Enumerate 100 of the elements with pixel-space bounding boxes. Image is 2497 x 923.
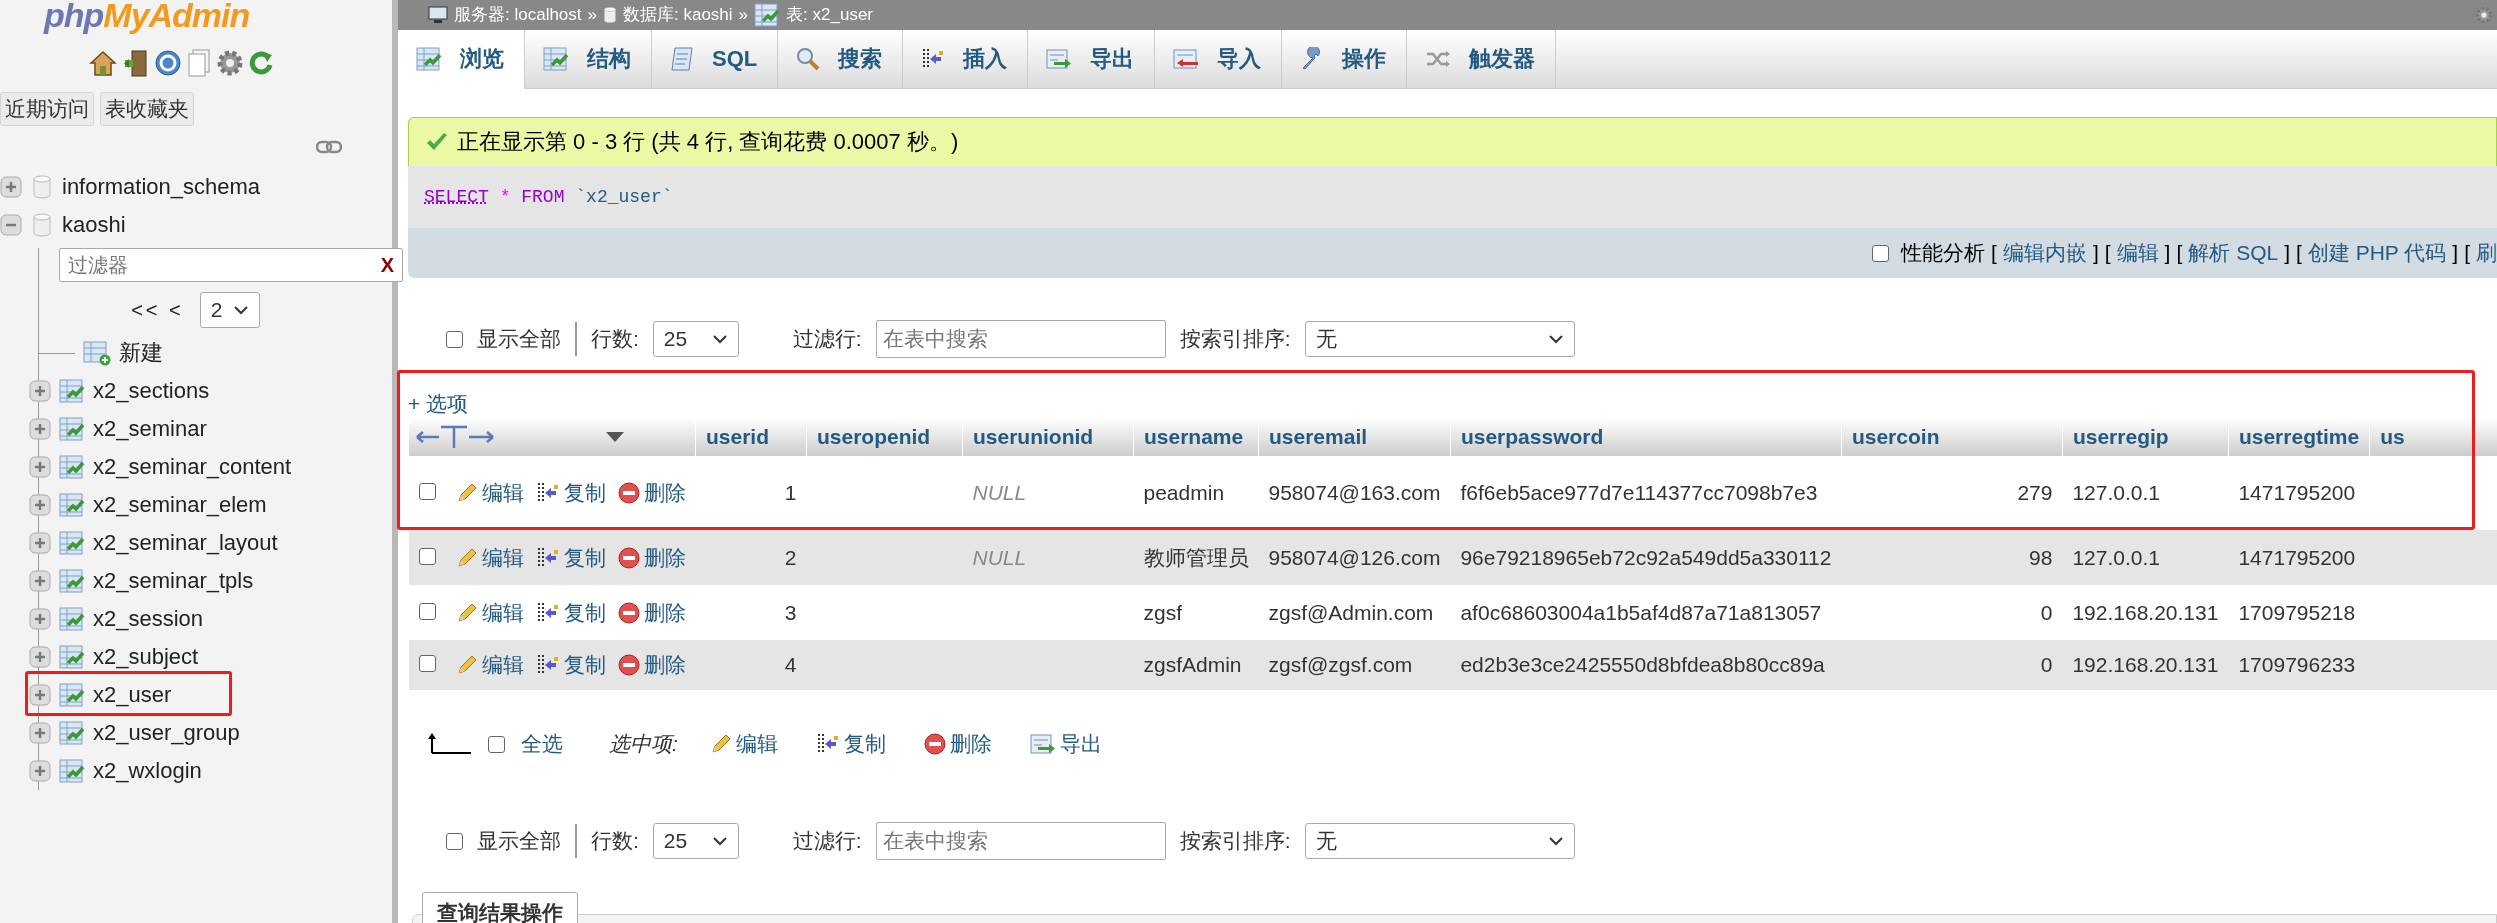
sidebar-tab[interactable]: 近期访问 <box>0 92 94 126</box>
sort-triangle-icon[interactable] <box>605 431 625 443</box>
row-action-link[interactable]: 复制 <box>535 543 606 572</box>
checkbox[interactable] <box>488 735 505 753</box>
column-header[interactable]: useropenid <box>806 418 963 456</box>
bulk-action-link[interactable]: 导出 <box>1029 730 1102 758</box>
sort-select[interactable]: 无 <box>1304 823 1575 859</box>
query-link[interactable]: 刷 <box>2476 239 2497 267</box>
table-link[interactable]: x2_sections <box>93 378 210 404</box>
table-link[interactable]: x2_seminar_content <box>93 454 292 480</box>
rows-select[interactable]: 25 <box>652 321 739 357</box>
exit-door-icon[interactable] <box>122 48 150 78</box>
row-checkbox[interactable] <box>418 483 436 500</box>
table-link[interactable]: x2_wxlogin <box>93 758 202 784</box>
row-action-link[interactable]: 复制 <box>535 598 606 627</box>
row-action-link[interactable]: 删除 <box>617 479 686 507</box>
row-action-link[interactable]: 编辑 <box>455 479 524 507</box>
new-table-link[interactable]: 新建 <box>119 338 163 368</box>
database-link[interactable]: kaoshi <box>62 212 126 238</box>
column-header[interactable]: usercoin <box>1841 418 2063 456</box>
expand-plus-icon[interactable] <box>29 760 51 782</box>
search-icon[interactable] <box>796 47 821 71</box>
checkbox[interactable] <box>446 330 463 348</box>
table-link[interactable]: x2_seminar <box>93 416 207 442</box>
bulk-action-link[interactable]: 删除 <box>923 730 992 758</box>
checkbox[interactable] <box>446 832 463 850</box>
query-link[interactable]: 编辑 <box>2116 239 2159 267</box>
rows-select[interactable]: 25 <box>652 823 739 859</box>
pager-previous-link[interactable]: << < <box>131 298 184 322</box>
table-grid-icon[interactable] <box>416 46 442 72</box>
query-link[interactable]: 创建 PHP 代码 <box>2307 239 2447 267</box>
table-link[interactable]: x2_seminar_elem <box>93 492 267 518</box>
table-link[interactable]: x2_subject <box>93 644 199 670</box>
expand-plus-icon[interactable] <box>29 494 51 516</box>
reload-icon[interactable] <box>248 49 274 77</box>
row-checkbox[interactable] <box>418 602 436 620</box>
breadcrumb-link[interactable]: 表: x2_user <box>786 6 873 24</box>
column-header[interactable]: us <box>2369 418 2497 456</box>
row-action-link[interactable]: 复制 <box>535 651 606 679</box>
column-header[interactable]: userregtime <box>2228 418 2370 456</box>
column-resize-arrows-icon[interactable] <box>415 424 495 450</box>
column-header[interactable]: userunionid <box>962 418 1134 456</box>
column-header[interactable]: userregip <box>2062 418 2229 456</box>
phpmyadmin-logo[interactable]: phpMyAdmin <box>0 0 392 32</box>
table-link[interactable]: x2_seminar_tpls <box>93 568 254 594</box>
options-link[interactable]: + 选项 <box>408 390 469 418</box>
row-action-link[interactable]: 编辑 <box>455 651 524 679</box>
expand-plus-icon[interactable] <box>29 532 51 554</box>
row-action-link[interactable]: 编辑 <box>455 543 524 572</box>
column-header[interactable]: userid <box>695 418 807 456</box>
document-icon[interactable] <box>670 46 694 72</box>
column-header[interactable]: username <box>1133 418 1259 456</box>
bulk-action-link[interactable]: 编辑 <box>709 730 778 758</box>
chain-link-icon[interactable] <box>316 140 342 154</box>
breadcrumb-link[interactable]: 数据库: kaoshi <box>623 6 733 24</box>
collapse-minus-icon[interactable] <box>0 214 22 236</box>
expand-plus-icon[interactable] <box>29 722 51 744</box>
row-action-link[interactable]: 删除 <box>617 598 686 627</box>
settings-icon[interactable] <box>216 49 244 77</box>
row-checkbox[interactable] <box>418 547 436 565</box>
expand-plus-icon[interactable] <box>29 418 51 440</box>
query-link[interactable]: 编辑内嵌 <box>2002 239 2087 267</box>
table-link[interactable]: x2_user_group <box>93 720 240 746</box>
expand-plus-icon[interactable] <box>0 176 22 198</box>
expand-plus-icon[interactable] <box>29 456 51 478</box>
database-link[interactable]: information_schema <box>62 174 261 200</box>
expand-plus-icon[interactable] <box>29 570 51 592</box>
help-icon[interactable] <box>154 49 182 77</box>
row-action-link[interactable]: 编辑 <box>455 598 524 627</box>
settings-icon[interactable] <box>2475 6 2493 24</box>
row-action-link[interactable]: 删除 <box>617 651 686 679</box>
column-header[interactable]: useremail <box>1258 418 1451 456</box>
filter-rows-field[interactable]: 在表中搜索 <box>875 822 1166 860</box>
expand-plus-icon[interactable] <box>29 608 51 630</box>
home-icon[interactable] <box>88 48 118 78</box>
row-checkbox[interactable] <box>418 655 436 672</box>
row-action-link[interactable]: 删除 <box>617 543 686 572</box>
table-link[interactable]: x2_session <box>93 606 204 632</box>
expand-plus-icon[interactable] <box>29 380 51 402</box>
clear-filter-button[interactable]: X <box>380 253 402 277</box>
query-link[interactable]: 解析 SQL <box>2188 239 2279 267</box>
breadcrumb-link[interactable]: 服务器: localhost <box>454 6 582 24</box>
table-chart-icon[interactable] <box>543 46 569 72</box>
table-link[interactable]: x2_seminar_layout <box>93 530 278 556</box>
tab[interactable]: 浏览 <box>398 30 525 89</box>
sort-select[interactable]: 无 <box>1304 321 1575 357</box>
sidebar-tab[interactable]: 表收藏夹 <box>100 92 194 126</box>
select-all-link[interactable]: 全选 <box>521 730 563 758</box>
filter-rows-field[interactable]: 在表中搜索 <box>875 320 1166 358</box>
bulk-action-link[interactable]: 复制 <box>815 730 886 758</box>
table-link[interactable]: x2_user <box>93 682 172 708</box>
expand-plus-icon[interactable] <box>29 684 51 706</box>
column-header[interactable]: userpassword <box>1450 418 1842 456</box>
shuffle-arrows-icon[interactable] <box>1425 49 1452 69</box>
expand-plus-icon[interactable] <box>29 646 51 668</box>
row-action-link[interactable]: 复制 <box>535 479 606 507</box>
filter-field[interactable]: 过滤器 X <box>59 248 403 282</box>
checkbox[interactable] <box>1872 244 1890 262</box>
export-arrow-icon[interactable] <box>1046 48 1073 70</box>
page-select[interactable]: 2 <box>199 292 260 328</box>
